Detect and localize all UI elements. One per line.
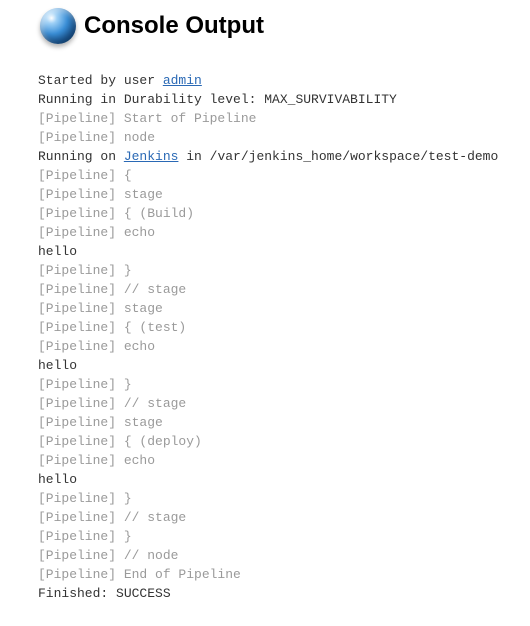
console-text: [Pipeline] // node <box>38 548 178 563</box>
console-text: [Pipeline] // stage <box>38 396 186 411</box>
page-title: Console Output <box>84 12 264 40</box>
console-text: [Pipeline] } <box>38 263 132 278</box>
console-line: [Pipeline] } <box>38 489 530 508</box>
console-line: [Pipeline] { <box>38 166 530 185</box>
console-line: hello <box>38 356 530 375</box>
console-text: Running on <box>38 149 124 164</box>
console-text: [Pipeline] { <box>38 168 132 183</box>
console-line: Running in Durability level: MAX_SURVIVA… <box>38 90 530 109</box>
page-header: Console Output <box>0 0 530 50</box>
console-link[interactable]: admin <box>163 73 202 88</box>
console-line: [Pipeline] node <box>38 128 530 147</box>
console-text: hello <box>38 472 77 487</box>
console-text: [Pipeline] node <box>38 130 155 145</box>
console-line: [Pipeline] } <box>38 527 530 546</box>
console-line: [Pipeline] stage <box>38 185 530 204</box>
console-line: [Pipeline] // stage <box>38 280 530 299</box>
console-text: [Pipeline] { (test) <box>38 320 186 335</box>
console-line: [Pipeline] { (deploy) <box>38 432 530 451</box>
console-line: [Pipeline] stage <box>38 299 530 318</box>
console-text: [Pipeline] stage <box>38 187 163 202</box>
console-output: Started by user admin Running in Durabili… <box>0 63 530 613</box>
console-text: [Pipeline] // stage <box>38 282 186 297</box>
console-line: Finished: SUCCESS <box>38 584 530 603</box>
console-line: [Pipeline] echo <box>38 451 530 470</box>
console-text: [Pipeline] { (Build) <box>38 206 194 221</box>
console-line: Running on Jenkins in /var/jenkins_home/… <box>38 147 530 166</box>
console-line: [Pipeline] } <box>38 261 530 280</box>
console-line: [Pipeline] { (test) <box>38 318 530 337</box>
console-text: [Pipeline] echo <box>38 453 155 468</box>
console-orb-icon <box>40 8 76 44</box>
console-text: [Pipeline] { (deploy) <box>38 434 202 449</box>
console-line: [Pipeline] // node <box>38 546 530 565</box>
console-line: [Pipeline] End of Pipeline <box>38 565 530 584</box>
console-text: Finished: SUCCESS <box>38 586 171 601</box>
console-line: Started by user admin <box>38 71 530 90</box>
console-text: [Pipeline] stage <box>38 301 163 316</box>
console-text: Started by user <box>38 73 163 88</box>
console-text: hello <box>38 358 77 373</box>
console-line: [Pipeline] // stage <box>38 508 530 527</box>
console-text: in /var/jenkins_home/workspace/test-demo <box>178 149 498 164</box>
console-link[interactable]: Jenkins <box>124 149 179 164</box>
console-text: [Pipeline] echo <box>38 339 155 354</box>
console-text: [Pipeline] } <box>38 491 132 506</box>
console-line: [Pipeline] { (Build) <box>38 204 530 223</box>
console-line: hello <box>38 470 530 489</box>
console-line: [Pipeline] // stage <box>38 394 530 413</box>
console-line: hello <box>38 242 530 261</box>
console-line: [Pipeline] } <box>38 375 530 394</box>
console-text: [Pipeline] } <box>38 529 132 544</box>
console-text: [Pipeline] // stage <box>38 510 186 525</box>
console-text: Running in Durability level: MAX_SURVIVA… <box>38 92 397 107</box>
console-line: [Pipeline] echo <box>38 337 530 356</box>
console-text: [Pipeline] Start of Pipeline <box>38 111 256 126</box>
console-text: [Pipeline] echo <box>38 225 155 240</box>
console-line: [Pipeline] echo <box>38 223 530 242</box>
console-text: [Pipeline] End of Pipeline <box>38 567 241 582</box>
console-text: [Pipeline] stage <box>38 415 163 430</box>
console-line: [Pipeline] stage <box>38 413 530 432</box>
console-text: [Pipeline] } <box>38 377 132 392</box>
console-text: hello <box>38 244 77 259</box>
console-line: [Pipeline] Start of Pipeline <box>38 109 530 128</box>
